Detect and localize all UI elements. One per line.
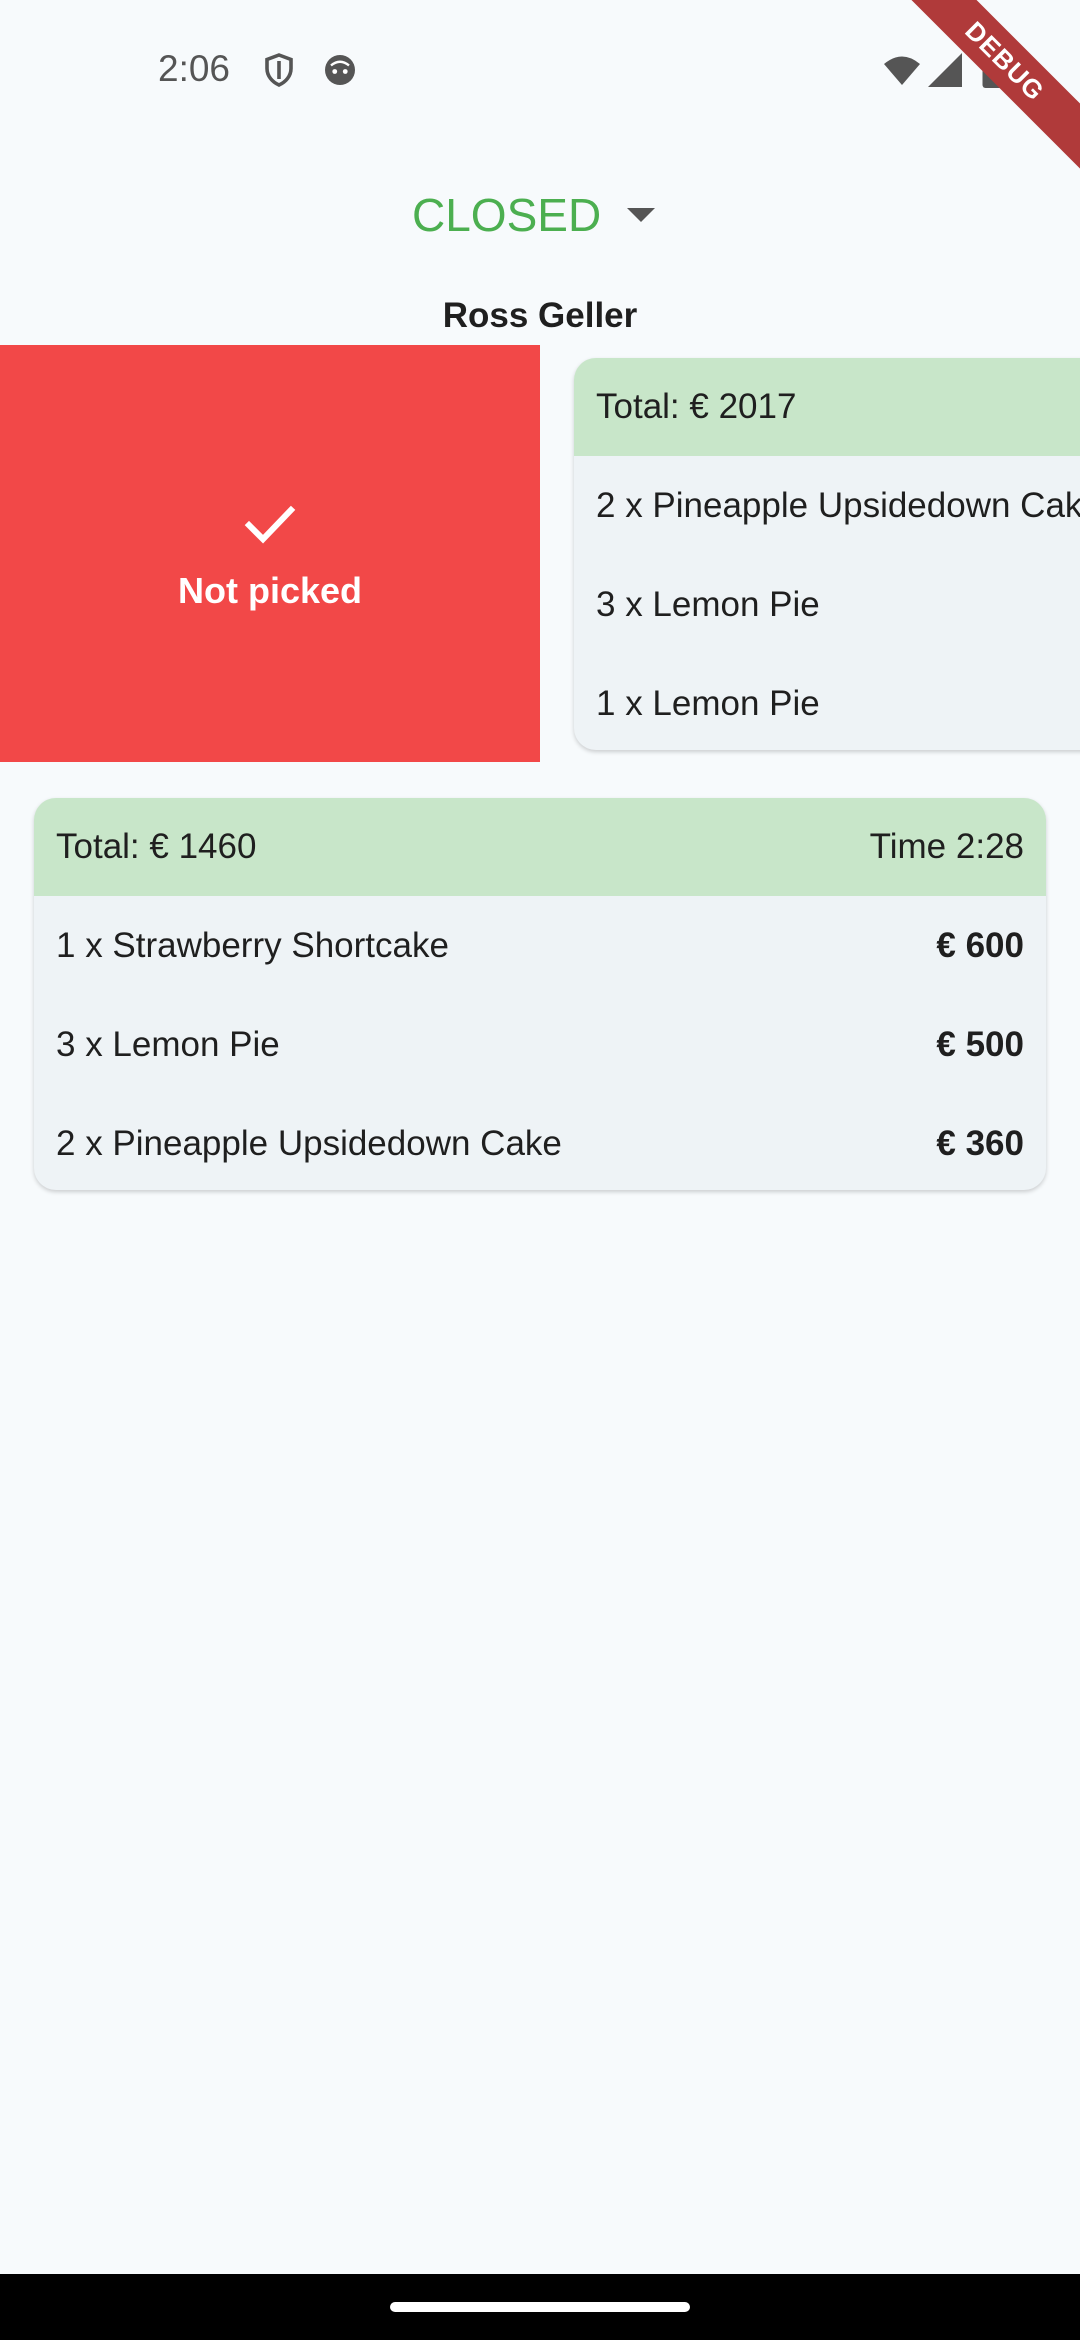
order-item-price: € 360 <box>936 1123 1024 1163</box>
caret-down-icon <box>627 208 656 222</box>
face-icon <box>322 52 358 88</box>
order-total: Total: € 2017 <box>596 387 797 426</box>
order-item-row: 2 x Pineapple Upsidedown Cake € 360 <box>34 1094 1046 1190</box>
order-item-description: 2 x Pineapple Upsidedown Cake <box>596 485 1080 525</box>
order-item-description: 1 x Strawberry Shortcake <box>56 925 449 965</box>
home-indicator[interactable] <box>390 2302 690 2312</box>
order-time: Time 2:28 <box>869 827 1024 866</box>
shield-icon <box>261 52 297 88</box>
order-item-description: 2 x Pineapple Upsidedown Cake <box>56 1123 562 1163</box>
status-bar: 2:06 <box>0 0 1080 140</box>
order-item-row: 2 x Pineapple Upsidedown Cake <box>574 456 1080 555</box>
status-time: 2:06 <box>158 48 231 89</box>
order-card-header: Total: € 1460 Time 2:28 <box>34 798 1046 896</box>
check-icon <box>242 496 298 552</box>
signal-icon <box>928 52 962 88</box>
dropdown-selected-value: CLOSED <box>412 189 602 241</box>
order-item-price: € 500 <box>936 1024 1024 1064</box>
order-item-price: € 600 <box>936 925 1024 965</box>
not-picked-swipe-action[interactable]: Not picked <box>0 345 540 762</box>
customer-name: Ross Geller <box>442 296 638 335</box>
order-card[interactable]: Total: € 2017 2 x Pineapple Upsidedown C… <box>574 358 1080 750</box>
order-item-row: 1 x Lemon Pie <box>574 654 1080 750</box>
order-total: Total: € 1460 <box>56 827 257 866</box>
order-item-description: 3 x Lemon Pie <box>596 584 820 624</box>
swipe-action-label: Not picked <box>177 569 363 611</box>
order-item-row: 3 x Lemon Pie <box>574 555 1080 654</box>
order-item-description: 1 x Lemon Pie <box>596 683 820 723</box>
order-item-row: 3 x Lemon Pie € 500 <box>34 995 1046 1094</box>
wifi-icon <box>882 52 922 88</box>
order-item-row: 1 x Strawberry Shortcake € 600 <box>34 896 1046 995</box>
order-card-header: Total: € 2017 <box>574 358 1080 456</box>
order-card[interactable]: Total: € 1460 Time 2:28 1 x Strawberry S… <box>34 798 1046 1190</box>
status-dropdown[interactable]: CLOSED <box>412 180 656 250</box>
order-item-description: 3 x Lemon Pie <box>56 1024 280 1064</box>
